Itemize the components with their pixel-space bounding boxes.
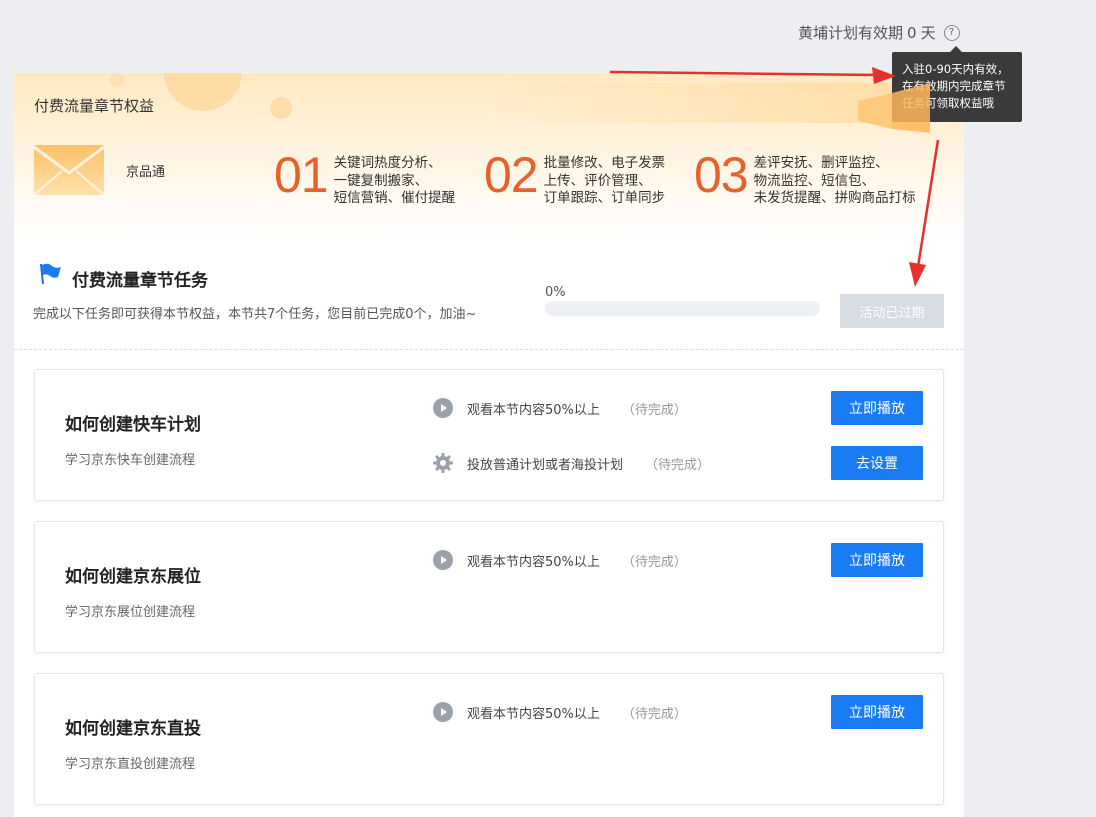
benefit-line: 上传、评价管理、 xyxy=(543,172,652,189)
validity-days: 0 xyxy=(907,23,917,42)
progress-bar xyxy=(545,301,820,316)
play-icon xyxy=(433,550,453,570)
benefit-line: 关键词热度分析、 xyxy=(333,155,442,171)
banner-decoration xyxy=(164,73,242,111)
benefit-number: 03 xyxy=(694,147,749,203)
requirement-row: 观看本节内容50%以上 （待完成） xyxy=(433,398,687,418)
benefit-item: 01 关键词热度分析、 一键复制搬家、 短信营销、催付提醒 xyxy=(274,147,456,208)
requirement-status: （待完成） xyxy=(621,402,687,418)
tooltip-line: 在有效期内完成章节 xyxy=(902,79,1006,93)
validity-unit: 天 xyxy=(920,24,936,42)
validity-tooltip: 入驻0-90天内有效， 在有效期内完成章节 任务可领取权益哦 xyxy=(892,46,1022,122)
benefit-item: 02 批量修改、电子发票 上传、评价管理、 订单跟踪、订单同步 xyxy=(484,147,666,208)
task-summary: 付费流量章节任务 完成以下任务即可获得本节权益，本节共7个任务，您目前已完成0个… xyxy=(14,238,964,350)
course-card: 如何创建京东直投 学习京东直投创建流程 观看本节内容50%以上 （待完成） 立即… xyxy=(34,673,944,805)
play-icon xyxy=(433,702,453,722)
course-title: 如何创建京东直投 xyxy=(65,719,201,739)
requirement-status: （待完成） xyxy=(621,706,687,722)
course-subtitle: 学习京东快车创建流程 xyxy=(65,453,196,468)
validity-period: 黄埔计划有效期 0 天 ? xyxy=(798,22,960,43)
course-subtitle: 学习京东展位创建流程 xyxy=(65,605,196,620)
benefit-line: 订单跟踪、订单同步 xyxy=(543,190,666,206)
gear-icon xyxy=(433,453,453,473)
banner-decoration xyxy=(270,97,292,119)
benefit-line: 批量修改、电子发票 xyxy=(543,155,666,171)
benefit-line: 一键复制搬家、 xyxy=(333,172,429,189)
benefit-line: 物流监控、短信包、 xyxy=(753,172,876,189)
play-now-button[interactable]: 立即播放 xyxy=(831,695,923,729)
banner-title: 付费流量章节权益 xyxy=(34,97,155,115)
requirement-row: 观看本节内容50%以上 （待完成） xyxy=(433,550,687,570)
requirement-status: （待完成） xyxy=(621,554,687,570)
banner-decoration xyxy=(484,83,924,123)
course-title: 如何创建快车计划 xyxy=(65,415,201,435)
go-settings-button[interactable]: 去设置 xyxy=(831,446,923,480)
task-title: 付费流量章节任务 xyxy=(72,271,208,291)
benefit-number: 02 xyxy=(484,147,539,203)
chapter-card: 付费流量章节权益 京品通 01 关键词热度分析、 一键复制搬家、 短信营销、催付… xyxy=(14,73,964,817)
tooltip-line: 任务可领取权益哦 xyxy=(902,96,994,110)
benefit-item: 03 差评安抚、删评监控、 物流监控、短信包、 未发货提醒、拼购商品打标 xyxy=(694,147,916,208)
progress-label: 0% xyxy=(545,285,566,300)
benefit-line: 差评安抚、删评监控、 xyxy=(753,155,889,171)
requirement-row: 观看本节内容50%以上 （待完成） xyxy=(433,702,687,722)
play-now-button[interactable]: 立即播放 xyxy=(831,543,923,577)
requirement-text: 观看本节内容50%以上 xyxy=(467,402,600,418)
course-card: 如何创建京东展位 学习京东展位创建流程 观看本节内容50%以上 （待完成） 立即… xyxy=(34,521,944,653)
banner-decoration xyxy=(110,73,124,87)
play-icon xyxy=(433,398,453,418)
task-description: 完成以下任务即可获得本节权益，本节共7个任务，您目前已完成0个，加油~ xyxy=(33,307,477,322)
tooltip-line: 入驻0-90天内有效， xyxy=(902,62,1009,76)
course-card: 如何创建快车计划 学习京东快车创建流程 观看本节内容50%以上 （待完成） 立即… xyxy=(34,369,944,501)
flag-icon xyxy=(40,263,61,284)
product-name: 京品通 xyxy=(126,165,166,180)
expired-button[interactable]: 活动已过期 xyxy=(840,294,944,328)
course-title: 如何创建京东展位 xyxy=(65,567,201,587)
help-icon[interactable]: ? xyxy=(943,24,960,41)
requirement-status: （待完成） xyxy=(645,457,711,473)
requirement-text: 投放普通计划或者海投计划 xyxy=(467,457,624,473)
envelope-icon xyxy=(33,145,105,196)
requirement-text: 观看本节内容50%以上 xyxy=(467,554,600,570)
requirement-row: 投放普通计划或者海投计划 （待完成） xyxy=(433,453,710,473)
benefit-number: 01 xyxy=(274,147,329,203)
benefit-line: 短信营销、催付提醒 xyxy=(333,190,456,206)
benefits-banner: 付费流量章节权益 京品通 01 关键词热度分析、 一键复制搬家、 短信营销、催付… xyxy=(14,73,964,238)
requirement-text: 观看本节内容50%以上 xyxy=(467,706,600,722)
benefit-line: 未发货提醒、拼购商品打标 xyxy=(753,190,916,206)
play-now-button[interactable]: 立即播放 xyxy=(831,391,923,425)
course-subtitle: 学习京东直投创建流程 xyxy=(65,757,196,772)
validity-label: 黄埔计划有效期 xyxy=(798,24,904,42)
